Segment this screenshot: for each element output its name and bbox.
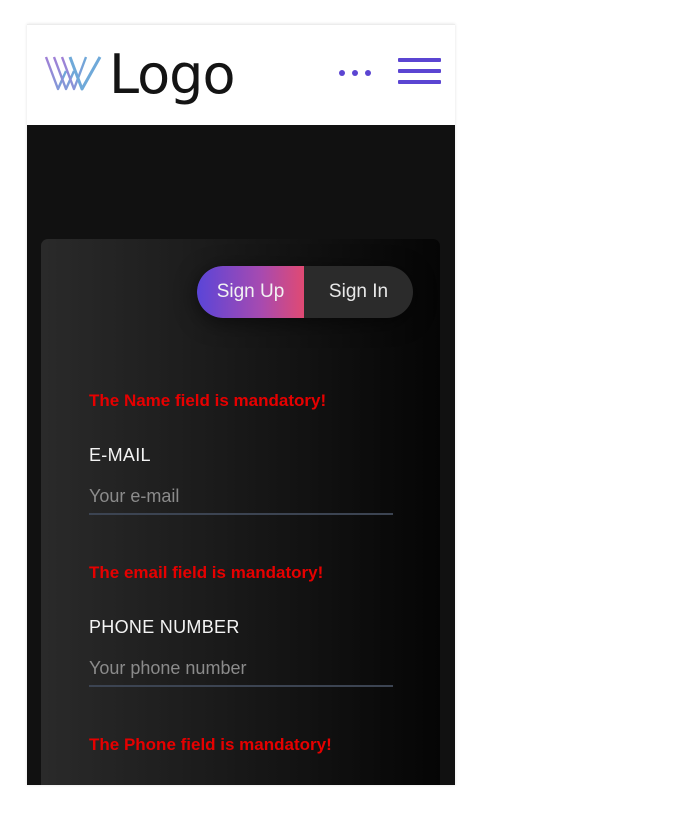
logo-icon[interactable] [44, 53, 102, 95]
phone-number-field[interactable] [89, 651, 393, 687]
more-options-button[interactable] [339, 65, 371, 81]
auth-tab-switch: Sign Up Sign In [197, 266, 413, 318]
logo-text[interactable]: Logo [109, 40, 235, 110]
more-dots-icon [365, 70, 371, 76]
name-error-message: The Name field is mandatory! [89, 391, 327, 410]
tab-sign-up[interactable]: Sign Up [197, 266, 304, 318]
hamburger-bar-icon [398, 69, 441, 73]
signup-form-card: Sign Up Sign In The Name field is mandat… [41, 239, 440, 785]
email-error-message: The email field is mandatory! [89, 563, 324, 582]
more-dots-icon [339, 70, 345, 76]
hamburger-bar-icon [398, 58, 441, 62]
email-label: E-MAIL [89, 445, 151, 465]
more-dots-icon [352, 70, 358, 76]
email-field[interactable] [89, 479, 393, 515]
phone-label: PHONE NUMBER [89, 617, 240, 637]
tab-sign-in[interactable]: Sign In [304, 266, 413, 318]
mobile-viewport: Logo Sign Up Sign In The Name field is m… [27, 24, 455, 785]
hamburger-menu-button[interactable] [398, 58, 441, 84]
phone-error-message: The Phone field is mandatory! [89, 735, 332, 754]
hamburger-bar-icon [398, 80, 441, 84]
top-navbar: Logo [27, 24, 455, 125]
